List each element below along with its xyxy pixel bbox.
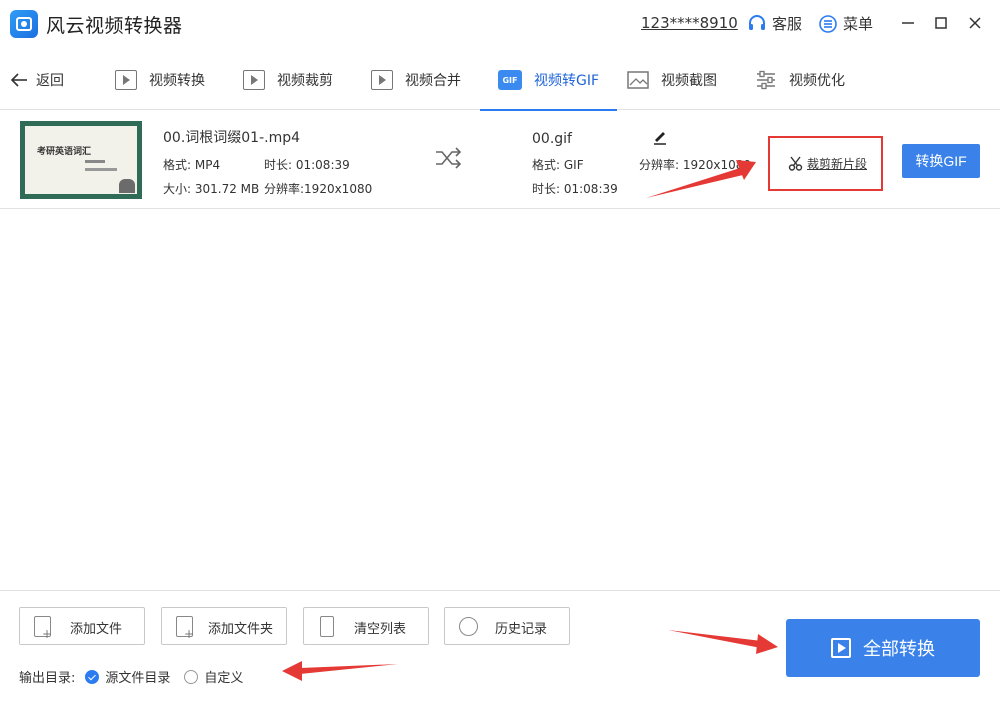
- clear-list-button[interactable]: 清空列表: [303, 607, 429, 645]
- back-label: 返回: [36, 73, 64, 89]
- image-icon: [627, 71, 649, 89]
- history-button[interactable]: 历史记录: [444, 607, 570, 645]
- pencil-icon: [654, 132, 666, 145]
- account-phone-link[interactable]: 123****8910: [641, 14, 738, 32]
- radio-source-dir[interactable]: [85, 669, 100, 684]
- service-label: 客服: [772, 15, 803, 33]
- add-folder-button[interactable]: 添加文件夹: [161, 607, 287, 645]
- tab-label: 视频合并: [405, 73, 461, 89]
- minimize-button[interactable]: [897, 12, 919, 34]
- radio-custom-dir[interactable]: [184, 669, 199, 684]
- output-dir-label: 输出目录:: [19, 671, 76, 686]
- customer-service-button[interactable]: 客服: [747, 13, 802, 34]
- minimize-icon: [902, 22, 914, 24]
- sliders-icon: [757, 70, 775, 90]
- tab-video-optimize[interactable]: 视频优化: [755, 50, 845, 110]
- app-title: 风云视频转换器: [46, 15, 183, 37]
- arrow-left-icon: [10, 73, 27, 87]
- tab-label: 视频优化: [789, 73, 845, 89]
- convert-all-button[interactable]: 全部转换: [786, 619, 980, 677]
- tab-video-crop[interactable]: 视频裁剪: [243, 50, 333, 110]
- custom-dir-label[interactable]: 自定义: [204, 667, 243, 686]
- convert-all-label: 全部转换: [863, 639, 935, 659]
- convert-gif-button[interactable]: 转换GIF: [902, 144, 980, 178]
- title-bar: 风云视频转换器 123****8910 客服 菜单: [0, 0, 1000, 50]
- source-dir-label[interactable]: 源文件目录: [105, 667, 170, 686]
- clock-icon: [459, 617, 478, 636]
- menu-icon: [819, 14, 837, 33]
- tab-video-merge[interactable]: 视频合并: [371, 50, 461, 110]
- tab-label: 视频转换: [149, 73, 205, 89]
- bottom-toolbar: 添加文件 添加文件夹 清空列表 历史记录 输出目录: 源文件目录 自定义 全部转…: [0, 590, 1000, 703]
- menu-label: 菜单: [843, 15, 874, 33]
- tab-video-to-gif[interactable]: GIF 视频转GIF: [479, 50, 618, 111]
- source-resolution: 分辨率:1920x1080: [264, 182, 373, 196]
- trash-icon: [320, 616, 334, 637]
- maximize-button[interactable]: [930, 12, 952, 34]
- output-resolution: 分辨率: 1920x1080: [639, 158, 752, 172]
- nav-bar: 返回 视频转换 视频裁剪 视频合并 GIF 视频转GIF 视频截图 视频优化: [0, 50, 1000, 111]
- tab-video-convert[interactable]: 视频转换: [115, 50, 205, 110]
- source-size: 大小: 301.72 MB: [163, 182, 260, 196]
- add-folder-icon: [176, 616, 194, 641]
- video-thumbnail[interactable]: 考研英语词汇: [20, 121, 142, 199]
- add-file-label: 添加文件: [70, 622, 123, 637]
- output-filename: 00.gif: [532, 131, 572, 147]
- source-format: 格式: MP4: [163, 158, 221, 172]
- video-crop-icon: [243, 70, 265, 90]
- back-button[interactable]: 返回: [10, 70, 64, 90]
- history-label: 历史记录: [495, 622, 548, 637]
- play-icon: [831, 638, 851, 658]
- close-button[interactable]: [964, 12, 986, 34]
- add-folder-label: 添加文件夹: [208, 622, 274, 637]
- headset-icon: [749, 14, 765, 30]
- app-logo-icon: [10, 10, 38, 38]
- tab-label: 视频裁剪: [277, 73, 333, 89]
- annotation-box-trim: [768, 136, 883, 191]
- video-merge-icon: [371, 70, 393, 90]
- maximize-icon: [935, 17, 947, 29]
- tab-label: 视频转GIF: [534, 73, 600, 89]
- shuffle-icon: [436, 147, 462, 169]
- gif-icon: GIF: [498, 70, 522, 90]
- close-icon: [969, 17, 981, 29]
- output-duration: 时长: 01:08:39: [532, 182, 618, 196]
- video-play-icon: [115, 70, 137, 90]
- source-filename: 00.词根词缀01-.mp4: [163, 130, 301, 146]
- add-file-button[interactable]: 添加文件: [19, 607, 145, 645]
- edit-name-button[interactable]: [652, 129, 668, 149]
- tab-video-screenshot[interactable]: 视频截图: [627, 50, 717, 110]
- output-directory: 输出目录: 源文件目录 自定义: [19, 667, 243, 686]
- tab-label: 视频截图: [661, 73, 717, 89]
- source-duration: 时长: 01:08:39: [264, 158, 350, 172]
- thumbnail-text: 考研英语词汇: [37, 147, 92, 157]
- add-file-icon: [34, 616, 52, 641]
- clear-list-label: 清空列表: [354, 622, 407, 637]
- output-format: 格式: GIF: [532, 158, 584, 172]
- menu-button[interactable]: 菜单: [818, 13, 873, 34]
